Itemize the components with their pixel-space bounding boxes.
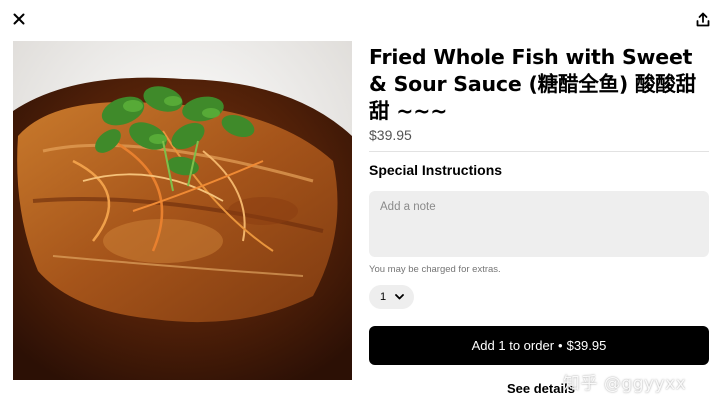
share-icon bbox=[696, 12, 710, 26]
watermark: 知乎 @ggyyxx bbox=[563, 374, 687, 394]
special-instructions-heading: Special Instructions bbox=[369, 162, 503, 178]
food-illustration bbox=[13, 41, 352, 380]
share-button[interactable] bbox=[692, 8, 714, 30]
separator-dot: • bbox=[558, 338, 563, 353]
divider bbox=[369, 151, 709, 152]
add-to-order-label: Add 1 to order bbox=[471, 338, 555, 353]
quantity-value: 1 bbox=[380, 291, 387, 303]
add-to-order-price: $39.95 bbox=[566, 338, 607, 353]
note-input[interactable] bbox=[369, 191, 709, 257]
quantity-selector[interactable]: 1 bbox=[369, 285, 414, 309]
see-details-link[interactable]: See details bbox=[507, 381, 575, 396]
item-title: Fried Whole Fish with Sweet & Sour Sauce… bbox=[369, 45, 696, 123]
item-price: $39.95 bbox=[369, 127, 412, 143]
chevron-down-icon bbox=[395, 294, 405, 300]
close-button[interactable] bbox=[9, 9, 29, 29]
close-icon bbox=[13, 13, 25, 25]
add-to-order-button[interactable]: Add 1 to order • $39.95 bbox=[369, 326, 709, 365]
extras-note: You may be charged for extras. bbox=[369, 264, 501, 275]
food-photo bbox=[13, 41, 352, 380]
